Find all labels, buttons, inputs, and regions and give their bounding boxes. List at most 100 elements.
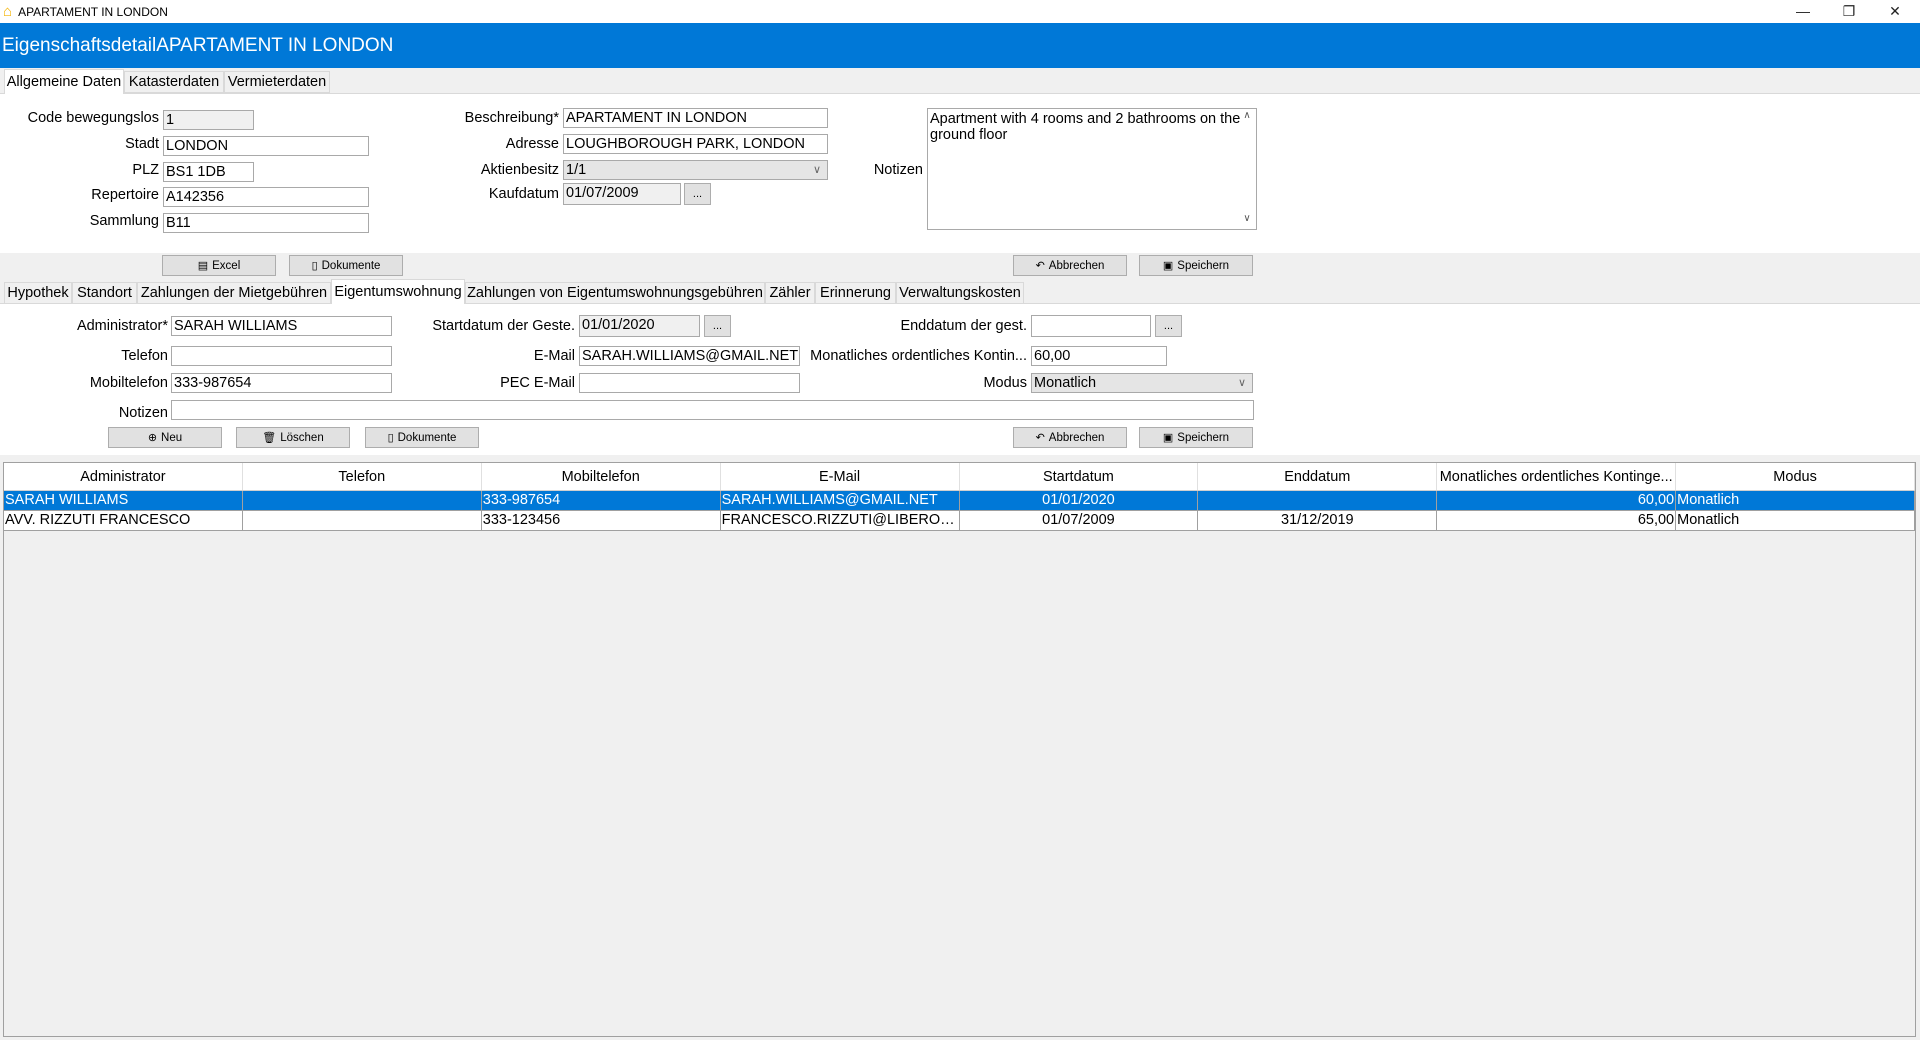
admin-label: Administrator* — [76, 318, 168, 334]
condo-abbrechen-button[interactable]: ↶ Abbrechen — [1013, 427, 1127, 448]
condo-speichern-label: Speichern — [1177, 431, 1230, 444]
tab-eigentumswohnung[interactable]: Eigentumswohnung — [331, 279, 465, 304]
scroll-down-icon[interactable]: ∨ — [1239, 213, 1255, 224]
table-cell — [243, 491, 482, 510]
beschreibung-field[interactable]: APARTAMENT IN LONDON — [563, 108, 828, 128]
end-field[interactable] — [1031, 315, 1151, 337]
column-header[interactable]: Administrator — [4, 463, 243, 490]
dokumente-button[interactable]: ▯ Dokumente — [289, 255, 403, 276]
administrators-table[interactable]: Administrator Telefon Mobiltelefon E-Mail St… — [3, 462, 1916, 1037]
kaufdatum-field[interactable]: 01/07/2009 — [563, 183, 681, 205]
table-row[interactable]: AVV. RIZZUTI FRANCESCO 333-123456 FRANCESC… — [4, 511, 1915, 531]
dokumente-label: Dokumente — [321, 259, 381, 272]
table-cell — [1198, 491, 1438, 510]
adresse-field[interactable]: LOUGHBOROUGH PARK, LONDON — [563, 134, 828, 154]
start-field[interactable]: 01/01/2020 — [579, 315, 700, 337]
kaufdatum-label: Kaufdatum — [488, 186, 559, 202]
condo-notizen-label: Notizen — [118, 405, 168, 421]
plz-label: PLZ — [132, 162, 159, 178]
chevron-down-icon: ∨ — [812, 164, 821, 176]
column-header[interactable]: Mobiltelefon — [482, 463, 721, 490]
chevron-down-icon: ∨ — [1237, 377, 1246, 389]
modus-select[interactable]: Monatlich ∨ — [1031, 373, 1253, 393]
notizen-label: Notizen — [873, 162, 923, 178]
sammlung-field[interactable]: B11 — [163, 213, 369, 233]
table-cell: Monatlich — [1676, 491, 1915, 510]
minimize-button[interactable]: — — [1780, 0, 1826, 22]
repertoire-label: Repertoire — [91, 187, 159, 203]
excel-icon: ▤ — [197, 260, 209, 272]
start-label: Startdatum der Geste. — [432, 318, 575, 334]
admin-field[interactable]: SARAH WILLIAMS — [171, 316, 392, 336]
table-cell: AVV. RIZZUTI FRANCESCO — [4, 511, 243, 530]
repertoire-field[interactable]: A142356 — [163, 187, 369, 207]
stadt-field[interactable]: LONDON — [163, 136, 369, 156]
excel-button[interactable]: ▤ Excel — [162, 255, 276, 276]
column-header[interactable]: Enddatum — [1198, 463, 1438, 490]
notizen-textarea[interactable]: Apartment with 4 rooms and 2 bathrooms o… — [927, 108, 1257, 230]
restore-button[interactable]: ❐ — [1826, 0, 1872, 22]
tab-katasterdaten[interactable]: Katasterdaten — [124, 71, 224, 93]
monthly-field[interactable]: 60,00 — [1031, 346, 1167, 366]
column-header[interactable]: Startdatum — [960, 463, 1199, 490]
close-button[interactable]: ✕ — [1872, 0, 1918, 22]
tab-zahlungen-mietgebuehren[interactable]: Zahlungen der Mietgebühren — [137, 282, 331, 304]
excel-label: Excel — [212, 259, 241, 272]
modus-value: Monatlich — [1034, 375, 1097, 391]
table-cell: 65,00 — [1437, 511, 1677, 530]
column-header[interactable]: E-Mail — [721, 463, 960, 490]
speichern-button[interactable]: ▣ Speichern — [1139, 255, 1253, 276]
column-header[interactable]: Telefon — [243, 463, 482, 490]
neu-button[interactable]: ⊕ Neu — [108, 427, 222, 448]
scroll-up-icon[interactable]: ∧ — [1239, 110, 1255, 121]
abbrechen-button[interactable]: ↶ Abbrechen — [1013, 255, 1127, 276]
table-body: SARAH WILLIAMS 333-987654 SARAH.WILLIAMS@G… — [4, 491, 1915, 531]
document-icon: ▯ — [311, 260, 318, 272]
tab-standort[interactable]: Standort — [72, 282, 137, 304]
end-picker-button[interactable]: ... — [1155, 315, 1182, 337]
house-icon: ⌂ — [3, 3, 13, 20]
page-title: EigenschaftsdetailAPARTAMENT IN LONDON — [0, 23, 1920, 68]
start-picker-button[interactable]: ... — [704, 315, 731, 337]
tab-erinnerung[interactable]: Erinnerung — [815, 282, 896, 304]
table-header: Administrator Telefon Mobiltelefon E-Mail St… — [4, 463, 1915, 491]
tab-allgemeine-daten[interactable]: Allgemeine Daten — [4, 69, 124, 94]
tab-vermieterdaten[interactable]: Vermieterdaten — [224, 71, 330, 93]
plz-field[interactable]: BS1 1DB — [163, 162, 254, 182]
telefon-field[interactable] — [171, 346, 392, 366]
email-label: E-Mail — [533, 348, 575, 364]
tab-zaehler[interactable]: Zähler — [765, 282, 815, 304]
aktienbesitz-select[interactable]: 1/1 ∨ — [563, 160, 828, 180]
code-label: Code bewegungslos — [27, 110, 159, 126]
end-label: Enddatum der gest. — [900, 318, 1027, 334]
email-field[interactable]: SARAH.WILLIAMS@GMAIL.NET — [579, 346, 800, 366]
undo-icon: ↶ — [1035, 260, 1045, 272]
table-cell: 01/01/2020 — [960, 491, 1199, 510]
kaufdatum-picker-button[interactable]: ... — [684, 183, 711, 205]
tab-zahlungen-eigentumswohnungsgebuehren[interactable]: Zahlungen von Eigentumswohnungsgebühren — [465, 282, 765, 304]
table-cell: 333-123456 — [482, 511, 721, 530]
abbrechen-label: Abbrechen — [1048, 259, 1105, 272]
column-header[interactable]: Monatliches ordentliches Kontinge... — [1437, 463, 1677, 490]
table-cell: SARAH.WILLIAMS@GMAIL.NET — [721, 491, 960, 510]
condo-notizen-field[interactable] — [171, 400, 1254, 420]
condo-speichern-button[interactable]: ▣ Speichern — [1139, 427, 1253, 448]
code-field[interactable]: 1 — [163, 110, 254, 130]
tab-hypothek[interactable]: Hypothek — [4, 282, 72, 304]
loeschen-button[interactable]: 🗑 Löschen — [236, 427, 350, 448]
beschreibung-label: Beschreibung* — [464, 110, 559, 126]
condo-dokumente-button[interactable]: ▯ Dokumente — [365, 427, 479, 448]
modus-label: Modus — [983, 375, 1027, 391]
pec-field[interactable] — [579, 373, 800, 393]
mobil-field[interactable]: 333-987654 — [171, 373, 392, 393]
table-cell: SARAH WILLIAMS — [4, 491, 243, 510]
save-icon: ▣ — [1162, 432, 1174, 444]
column-header[interactable]: Modus — [1676, 463, 1915, 490]
plus-circle-icon: ⊕ — [147, 432, 158, 444]
document-icon: ▯ — [387, 432, 394, 444]
table-cell: 60,00 — [1437, 491, 1677, 510]
table-cell: 01/07/2009 — [960, 511, 1199, 530]
table-row[interactable]: SARAH WILLIAMS 333-987654 SARAH.WILLIAMS@G… — [4, 491, 1915, 511]
trash-icon: 🗑 — [262, 432, 277, 444]
tab-verwaltungskosten[interactable]: Verwaltungskosten — [896, 282, 1024, 304]
